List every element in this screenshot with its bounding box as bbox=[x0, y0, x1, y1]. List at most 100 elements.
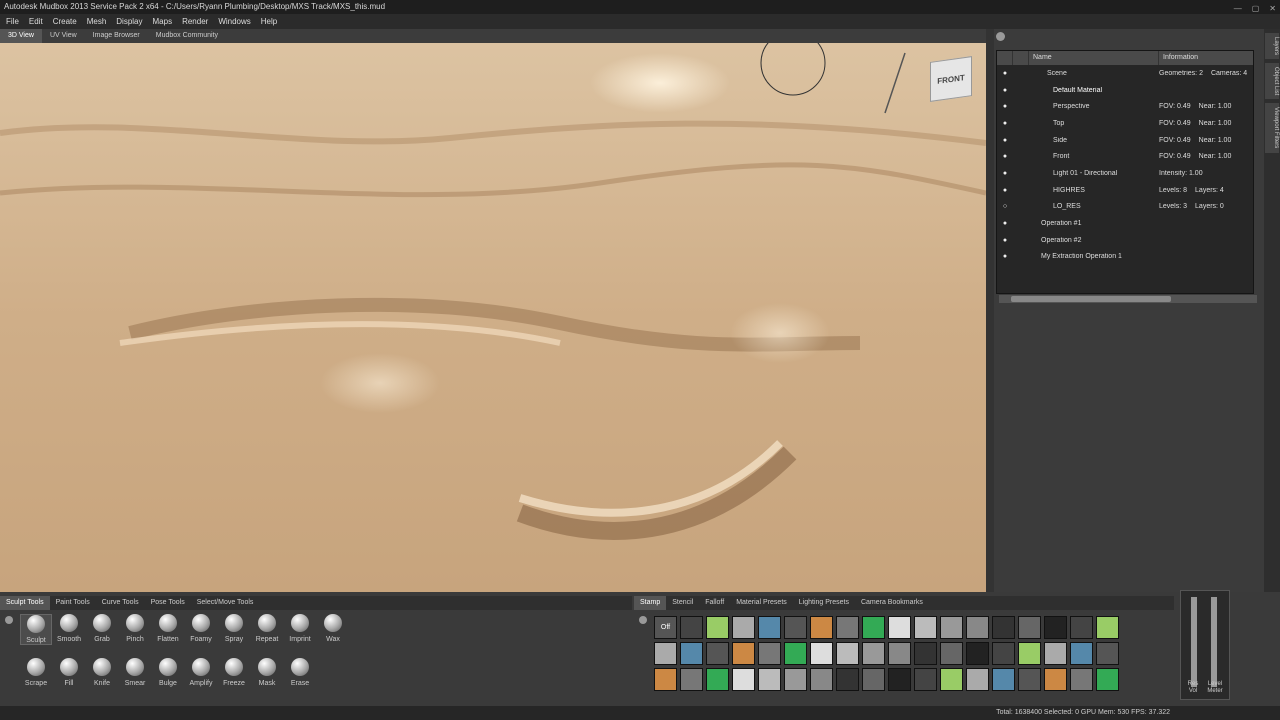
stamp-thumbnail[interactable] bbox=[914, 642, 937, 665]
visibility-icon[interactable]: ● bbox=[997, 170, 1013, 177]
stamp-thumbnail[interactable] bbox=[784, 668, 807, 691]
tool-amplify[interactable]: Amplify bbox=[185, 658, 217, 687]
visibility-icon[interactable]: ● bbox=[997, 70, 1013, 77]
stamp-thumbnail[interactable] bbox=[1044, 642, 1067, 665]
tool-flatten[interactable]: Flatten bbox=[152, 614, 184, 643]
stamp-thumbnail[interactable] bbox=[966, 668, 989, 691]
stamp-thumbnail[interactable] bbox=[654, 668, 677, 691]
list-item[interactable]: ● Top FOV: 0.49 Near: 1.00 bbox=[997, 115, 1253, 132]
stamp-thumbnail[interactable] bbox=[1070, 616, 1093, 639]
stamp-thumbnail[interactable] bbox=[680, 668, 703, 691]
tab-layers[interactable]: Layers bbox=[1265, 33, 1279, 60]
tool-wax[interactable]: Wax bbox=[317, 614, 349, 643]
stamp-thumbnail[interactable] bbox=[940, 668, 963, 691]
panel-close-icon[interactable] bbox=[996, 32, 1005, 41]
tab-curve-tools[interactable]: Curve Tools bbox=[96, 596, 145, 610]
list-item[interactable]: ● Front FOV: 0.49 Near: 1.00 bbox=[997, 148, 1253, 165]
stamp-thumbnail[interactable] bbox=[888, 616, 911, 639]
tool-spray[interactable]: Spray bbox=[218, 614, 250, 643]
stamp-thumbnail[interactable] bbox=[758, 616, 781, 639]
name-column-header[interactable]: Name bbox=[1029, 51, 1159, 65]
tab-3d-view[interactable]: 3D View bbox=[0, 29, 42, 43]
list-item[interactable]: ● My Extraction Operation 1 bbox=[997, 249, 1253, 266]
stamp-thumbnail[interactable] bbox=[732, 668, 755, 691]
stamp-thumbnail[interactable] bbox=[810, 616, 833, 639]
visibility-icon[interactable]: ● bbox=[997, 120, 1013, 127]
tool-foamy[interactable]: Foamy bbox=[185, 614, 217, 643]
stamp-thumbnail[interactable] bbox=[706, 642, 729, 665]
tab-select-move-tools[interactable]: Select/Move Tools bbox=[191, 596, 260, 610]
stamp-thumbnail[interactable] bbox=[862, 642, 885, 665]
level-meter-slider[interactable] bbox=[1211, 597, 1217, 687]
list-item[interactable]: ○ LO_RES Levels: 3 Layers: 0 bbox=[997, 199, 1253, 216]
visibility-icon[interactable]: ● bbox=[997, 253, 1013, 260]
stamp-thumbnail[interactable] bbox=[888, 642, 911, 665]
stamp-thumbnail[interactable] bbox=[992, 668, 1015, 691]
info-column-header[interactable]: Information bbox=[1159, 51, 1253, 65]
stamp-thumbnail[interactable] bbox=[992, 616, 1015, 639]
stamp-thumbnail[interactable] bbox=[758, 642, 781, 665]
3d-viewport[interactable]: FRONT bbox=[0, 43, 986, 592]
tool-repeat[interactable]: Repeat bbox=[251, 614, 283, 643]
tool-knife[interactable]: Knife bbox=[86, 658, 118, 687]
stamp-thumbnail[interactable] bbox=[1096, 642, 1119, 665]
menu-display[interactable]: Display bbox=[116, 14, 142, 29]
stamp-thumbnail[interactable] bbox=[680, 642, 703, 665]
tab-stamp[interactable]: Stamp bbox=[634, 596, 667, 610]
tab-stencil[interactable]: Stencil bbox=[666, 596, 699, 610]
stamp-off[interactable]: Off bbox=[654, 616, 677, 639]
stamp-thumbnail[interactable] bbox=[732, 642, 755, 665]
visibility-icon[interactable]: ● bbox=[997, 187, 1013, 194]
stamp-thumbnail[interactable] bbox=[862, 616, 885, 639]
tab-image-browser[interactable]: Image Browser bbox=[85, 29, 148, 43]
list-item[interactable]: ● Default Material bbox=[997, 82, 1253, 99]
stamp-thumbnail[interactable] bbox=[836, 616, 859, 639]
view-cube[interactable]: FRONT bbox=[930, 56, 972, 102]
stamp-thumbnail[interactable] bbox=[862, 668, 885, 691]
stamp-thumbnail[interactable] bbox=[940, 616, 963, 639]
menu-render[interactable]: Render bbox=[182, 14, 208, 29]
stamp-thumbnail[interactable] bbox=[992, 642, 1015, 665]
tab-lighting-presets[interactable]: Lighting Presets bbox=[793, 596, 855, 610]
tab-sculpt-tools[interactable]: Sculpt Tools bbox=[0, 596, 50, 610]
tab-mudbox-community[interactable]: Mudbox Community bbox=[148, 29, 226, 43]
menu-maps[interactable]: Maps bbox=[153, 14, 173, 29]
list-item[interactable]: ● Side FOV: 0.49 Near: 1.00 bbox=[997, 132, 1253, 149]
list-item[interactable]: ● Perspective FOV: 0.49 Near: 1.00 bbox=[997, 98, 1253, 115]
list-item[interactable]: ● Scene Geometries: 2 Cameras: 4 bbox=[997, 65, 1253, 82]
list-item[interactable]: ● Operation #1 bbox=[997, 215, 1253, 232]
res-vol-slider[interactable] bbox=[1191, 597, 1197, 687]
stamp-thumbnail[interactable] bbox=[966, 616, 989, 639]
tab-viewport-filters[interactable]: Viewport Filters bbox=[1265, 103, 1279, 153]
menu-edit[interactable]: Edit bbox=[29, 14, 43, 29]
tool-smooth[interactable]: Smooth bbox=[53, 614, 85, 643]
lock-column-icon[interactable] bbox=[1013, 51, 1029, 65]
tool-mask[interactable]: Mask bbox=[251, 658, 283, 687]
stamp-thumbnail[interactable] bbox=[706, 668, 729, 691]
tab-paint-tools[interactable]: Paint Tools bbox=[50, 596, 96, 610]
stamp-thumbnail[interactable] bbox=[1070, 642, 1093, 665]
stamp-thumbnail[interactable] bbox=[758, 668, 781, 691]
stamp-thumbnail[interactable] bbox=[810, 642, 833, 665]
menu-create[interactable]: Create bbox=[53, 14, 77, 29]
menu-windows[interactable]: Windows bbox=[218, 14, 250, 29]
stamp-thumbnail[interactable] bbox=[888, 668, 911, 691]
horizontal-scrollbar[interactable] bbox=[999, 295, 1257, 303]
menu-mesh[interactable]: Mesh bbox=[87, 14, 107, 29]
stamp-thumbnail[interactable] bbox=[1044, 668, 1067, 691]
visibility-icon[interactable]: ● bbox=[997, 237, 1013, 244]
visibility-column-icon[interactable] bbox=[997, 51, 1013, 65]
stamp-thumbnail[interactable] bbox=[1096, 616, 1119, 639]
stamp-thumbnail[interactable] bbox=[940, 642, 963, 665]
stamp-thumbnail[interactable] bbox=[1070, 668, 1093, 691]
list-item[interactable]: ● Operation #2 bbox=[997, 232, 1253, 249]
stamp-thumbnail[interactable] bbox=[706, 616, 729, 639]
visibility-icon[interactable]: ● bbox=[997, 153, 1013, 160]
tool-imprint[interactable]: Imprint bbox=[284, 614, 316, 643]
stamp-thumbnail[interactable] bbox=[966, 642, 989, 665]
stamp-thumbnail[interactable] bbox=[914, 616, 937, 639]
tool-smear[interactable]: Smear bbox=[119, 658, 151, 687]
stamp-thumbnail[interactable] bbox=[784, 616, 807, 639]
stamp-thumbnail[interactable] bbox=[810, 668, 833, 691]
list-item[interactable]: ● HIGHRES Levels: 8 Layers: 4 bbox=[997, 182, 1253, 199]
